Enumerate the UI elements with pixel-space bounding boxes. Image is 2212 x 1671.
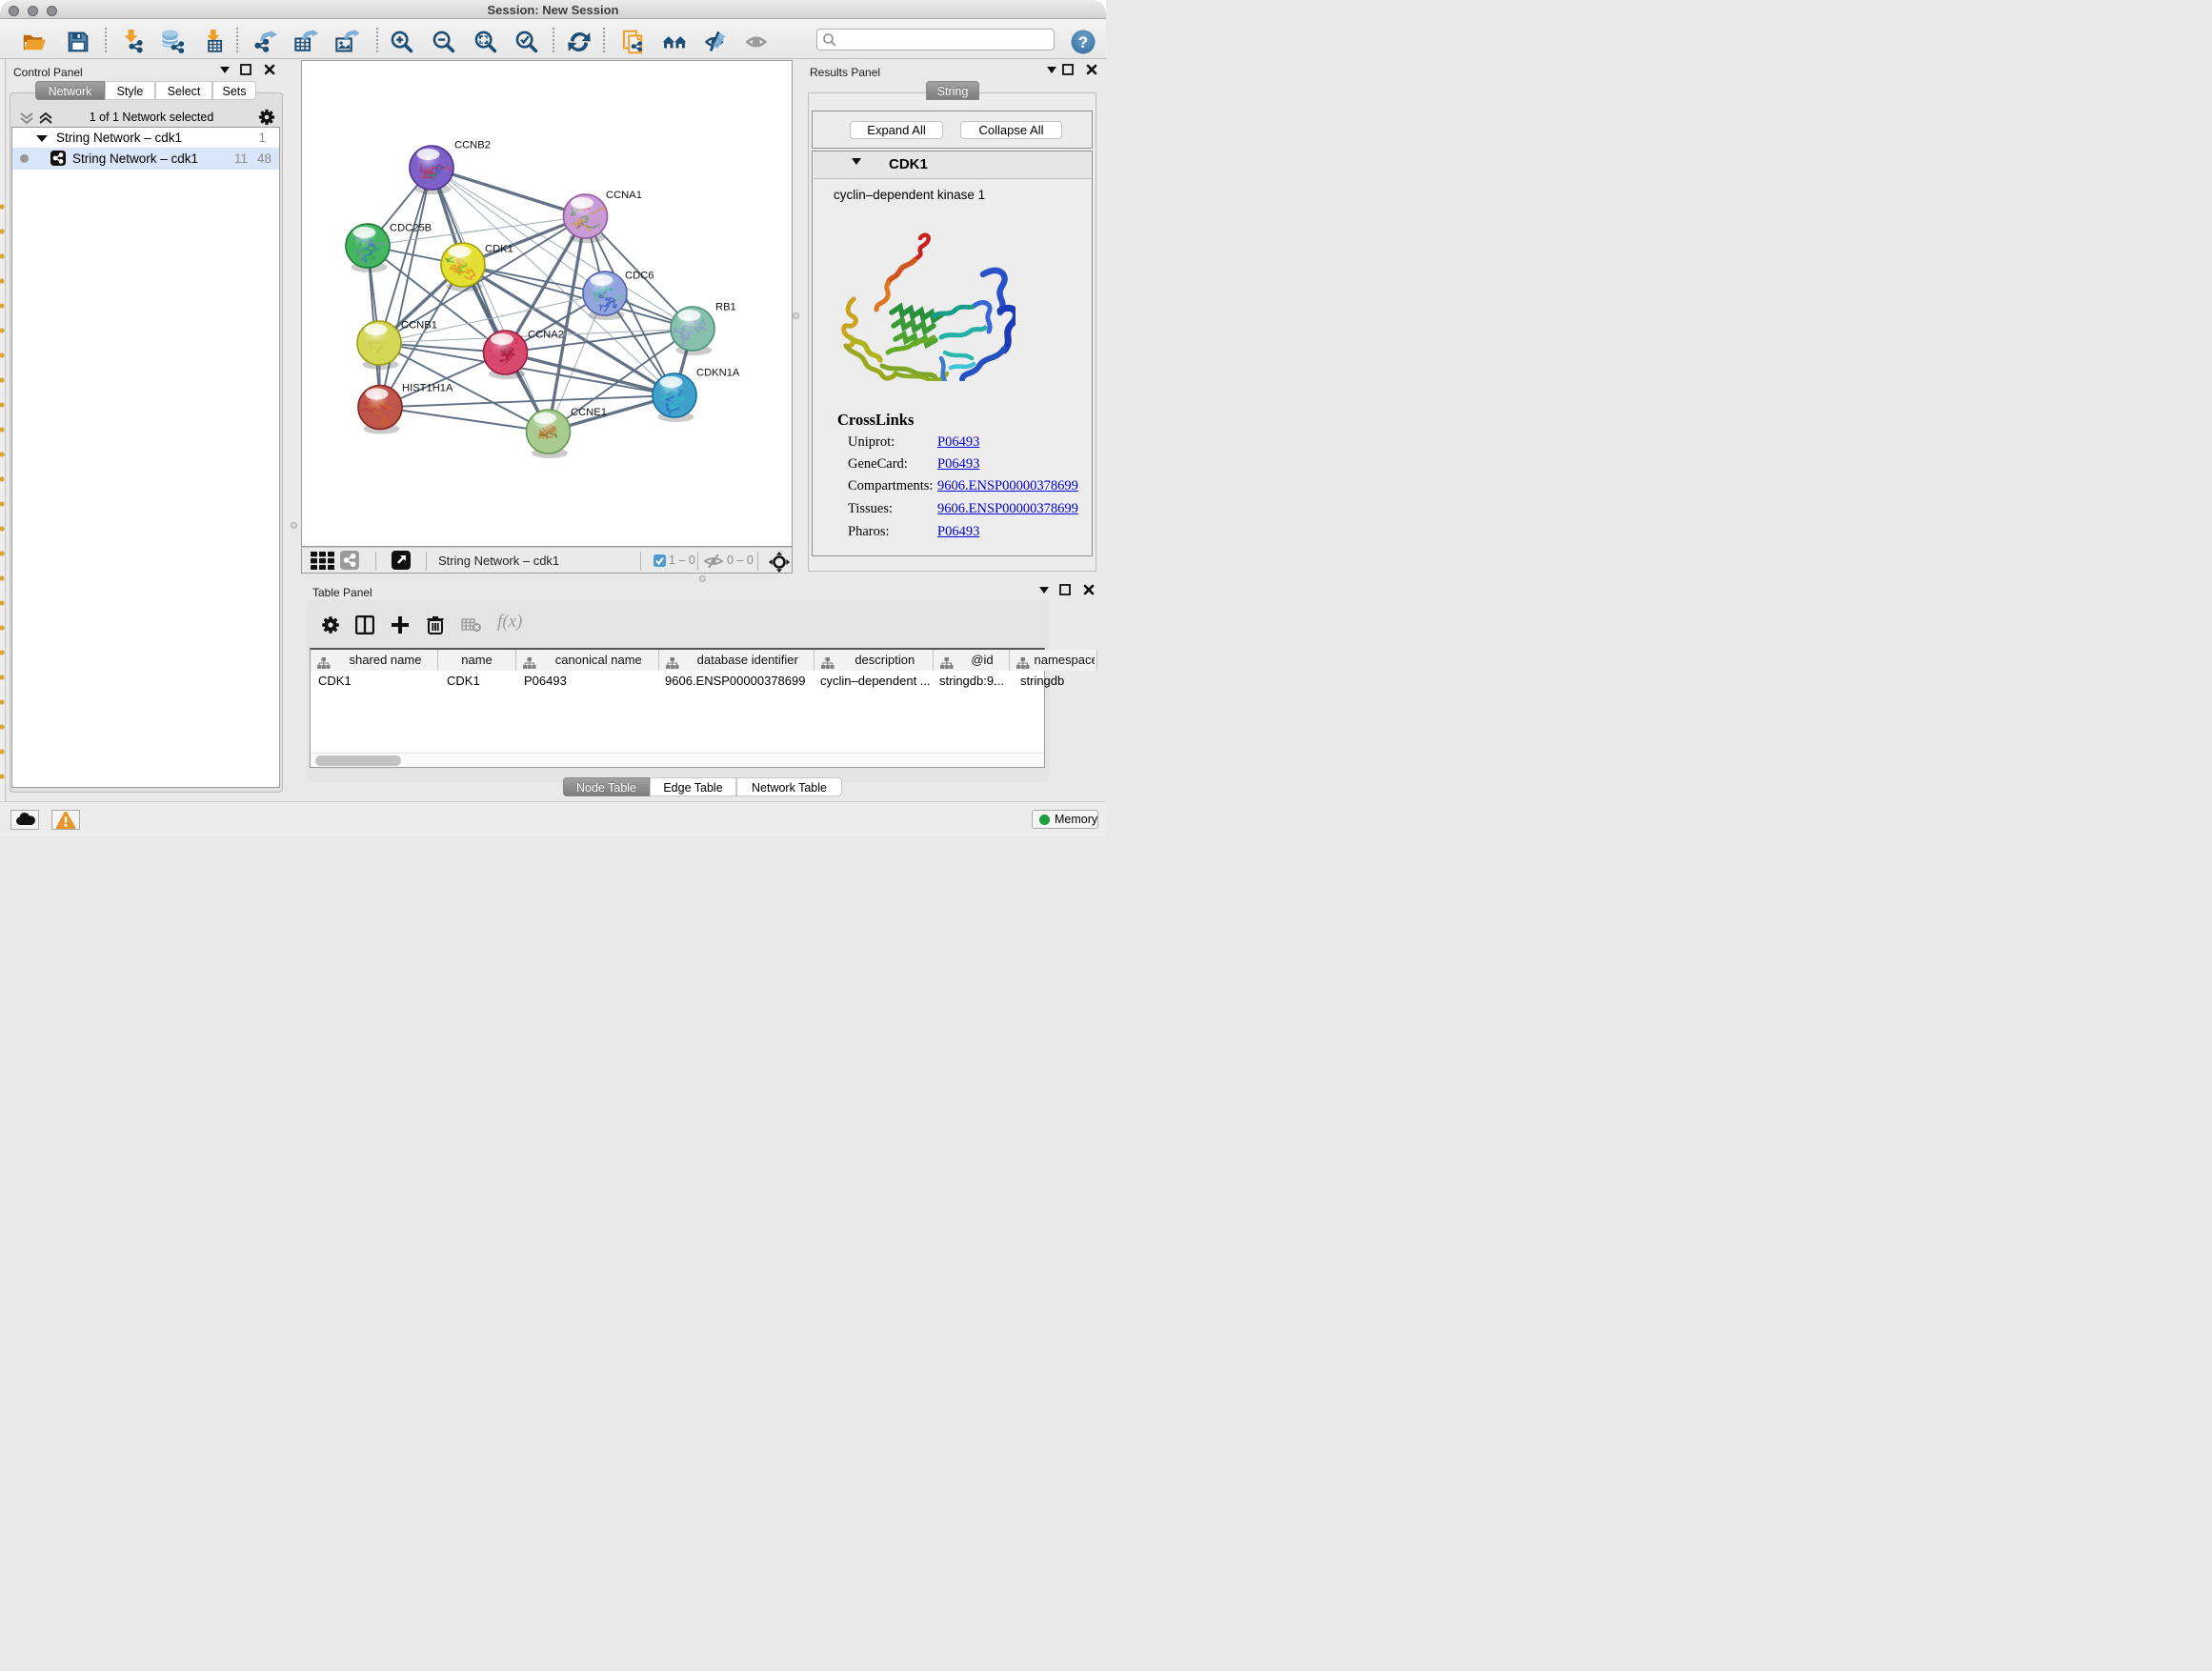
svg-text:CCNA2: CCNA2 [528, 330, 564, 341]
svg-text:RB1: RB1 [715, 302, 736, 313]
svg-text:CDC6: CDC6 [625, 271, 654, 282]
svg-text:CCNB2: CCNB2 [454, 140, 491, 151]
svg-text:CDC25B: CDC25B [390, 223, 432, 234]
svg-text:CDK1: CDK1 [485, 244, 513, 255]
svg-text:HIST1H1A: HIST1H1A [402, 383, 453, 394]
svg-text:CDKN1A: CDKN1A [696, 368, 740, 379]
svg-text:CCNB1: CCNB1 [401, 320, 437, 332]
svg-text:?: ? [1078, 33, 1088, 51]
svg-text:CCNA1: CCNA1 [606, 190, 642, 201]
svg-text:CCNE1: CCNE1 [571, 407, 607, 418]
